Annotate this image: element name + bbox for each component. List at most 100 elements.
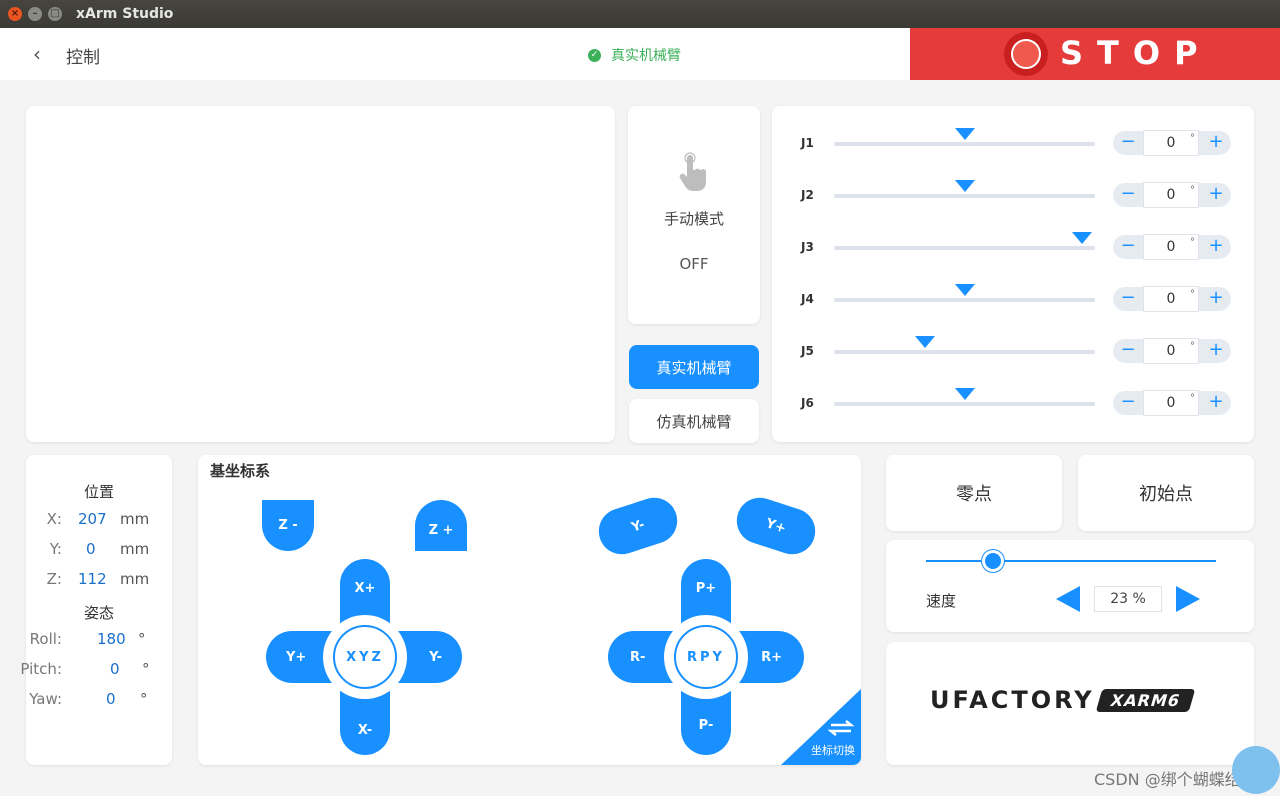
joint-row-j5: J5 −0 ° + [772,336,1254,366]
speed-decrease-icon[interactable] [1056,586,1080,612]
joint-slider-track[interactable] [834,180,1095,198]
joint-slider-track[interactable] [834,284,1095,302]
joint-unit: ° [1190,237,1195,248]
status-text: 真实机械臂 [611,48,681,64]
joint-unit: ° [1190,185,1195,196]
joint-decrease-button[interactable]: − [1113,391,1143,415]
page-title[interactable]: 控制 [66,43,100,68]
jog-z-plus-button[interactable]: Z + [415,500,467,551]
jog-yaw-plus-button[interactable]: Y+ [730,491,822,561]
joint-unit: ° [1190,289,1195,300]
jog-y-minus-button[interactable]: Y- [429,650,442,665]
sim-arm-button[interactable]: 仿真机械臂 [629,399,759,443]
joint-decrease-button[interactable]: − [1113,235,1143,259]
joint-slider-thumb[interactable] [954,284,975,296]
joint-increase-button[interactable]: + [1201,287,1231,311]
readout-key: Y: [49,540,62,558]
joint-decrease-button[interactable]: − [1113,131,1143,155]
joint-decrease-button[interactable]: − [1113,339,1143,363]
joint-slider-thumb[interactable] [954,388,975,400]
readout-unit: mm [120,510,150,528]
stop-power-icon [1004,32,1048,76]
brand-name: UFACTORY [930,686,1095,714]
app-header: ‹ 控制 ✓ 真实机械臂 STOP [0,28,1280,80]
joint-decrease-button[interactable]: − [1113,287,1143,311]
attitude-title: 姿态 [83,604,114,622]
manual-mode-toggle[interactable]: 手动模式 OFF [628,106,760,324]
readout-unit: ° [138,630,146,648]
jog-y-plus-button[interactable]: Y+ [286,650,306,665]
real-arm-button[interactable]: 真实机械臂 [629,345,759,389]
joint-increase-button[interactable]: + [1201,235,1231,259]
connection-status: ✓ 真实机械臂 [588,45,681,65]
joint-stepper: −0 ° + [1113,338,1231,364]
jog-x-plus-button[interactable]: X+ [355,581,376,596]
jog-z-minus-button[interactable]: Z - [262,500,314,551]
zero-point-button[interactable]: 零点 [886,455,1062,531]
jog-yaw-minus-button[interactable]: Y- [592,491,684,561]
speed-value[interactable]: 23 % [1094,586,1162,612]
jog-pitch-minus-button[interactable]: P- [699,718,714,733]
readout-key: X: [46,510,62,528]
window-close-icon[interactable]: × [8,7,22,21]
joint-increase-button[interactable]: + [1201,183,1231,207]
joint-row-j3: J3−0 ° + [772,232,1254,262]
readout-row: Y: 0 mm [26,540,172,562]
readout-row: Z: 112 mm [26,570,172,592]
speed-slider-track[interactable] [926,560,1216,562]
joint-slider-track[interactable] [834,128,1095,146]
window-title: xArm Studio [76,6,174,22]
readout-value: 207 [78,510,107,528]
jog-roll-plus-button[interactable]: R+ [761,650,782,665]
joint-stepper: −0 ° + [1113,182,1231,208]
window-minimize-icon[interactable]: – [28,7,42,21]
joint-label: J1 [801,136,814,150]
joint-label: J6 [801,396,814,410]
joint-slider-thumb[interactable] [954,128,975,140]
readout-row: Roll: 180 ° [26,630,172,652]
joint-slider-track[interactable] [834,336,1095,354]
readout-key: Pitch: [20,660,62,678]
avatar [1232,746,1280,794]
joint-row-j2: J2−0 ° + [772,180,1254,210]
readout-key: Roll: [29,630,62,648]
joint-row-j4: J4−0 ° + [772,284,1254,314]
joint-label: J2 [801,188,814,202]
coordinate-switch-button[interactable]: 坐标切换 [781,689,861,765]
joint-slider-track[interactable] [834,388,1095,406]
hand-pointer-icon [679,152,706,191]
joint-slider-thumb[interactable] [915,336,936,348]
joint-row-j6: J6−0 ° + [772,388,1254,418]
joint-slider-thumb[interactable] [1071,232,1092,244]
position-title: 位置 [83,483,114,501]
readout-value: 180 [97,630,126,648]
robot-3d-viewport[interactable] [26,106,615,442]
home-point-button[interactable]: 初始点 [1078,455,1254,531]
cartesian-jog-panel: 基坐标系 Z - Z + X+ X- Y+ Y- XYZ Y- Y+ P+ P-… [198,455,861,765]
joint-label: J3 [801,240,814,254]
speed-slider-thumb[interactable] [981,550,1004,572]
joint-decrease-button[interactable]: − [1113,183,1143,207]
readout-unit: ° [140,690,148,708]
readout-row: Yaw: 0 ° [26,690,172,712]
speed-increase-icon[interactable] [1176,586,1200,612]
joint-increase-button[interactable]: + [1201,131,1231,155]
jog-pitch-plus-button[interactable]: P+ [696,581,716,596]
jog-roll-minus-button[interactable]: R- [630,650,645,665]
joint-slider-track[interactable] [834,232,1095,250]
joint-slider-thumb[interactable] [954,180,975,192]
jog-x-minus-button[interactable]: X- [340,705,390,755]
joint-increase-button[interactable]: + [1201,339,1231,363]
emergency-stop-button[interactable]: STOP [910,28,1280,80]
readout-row: Pitch: 0 ° [20,660,172,682]
brand-model: XARM6 [1095,688,1196,712]
joint-label: J5 [801,344,814,358]
speed-label: 速度 [926,592,957,610]
window-maximize-icon[interactable]: □ [48,7,62,21]
manual-mode-label: 手动模式 [663,210,724,228]
joint-increase-button[interactable]: + [1201,391,1231,415]
joint-unit: ° [1190,133,1195,144]
back-chevron-icon[interactable]: ‹ [33,42,41,66]
readout-unit: mm [120,540,150,558]
rpy-hub-label: RPY [674,625,738,689]
